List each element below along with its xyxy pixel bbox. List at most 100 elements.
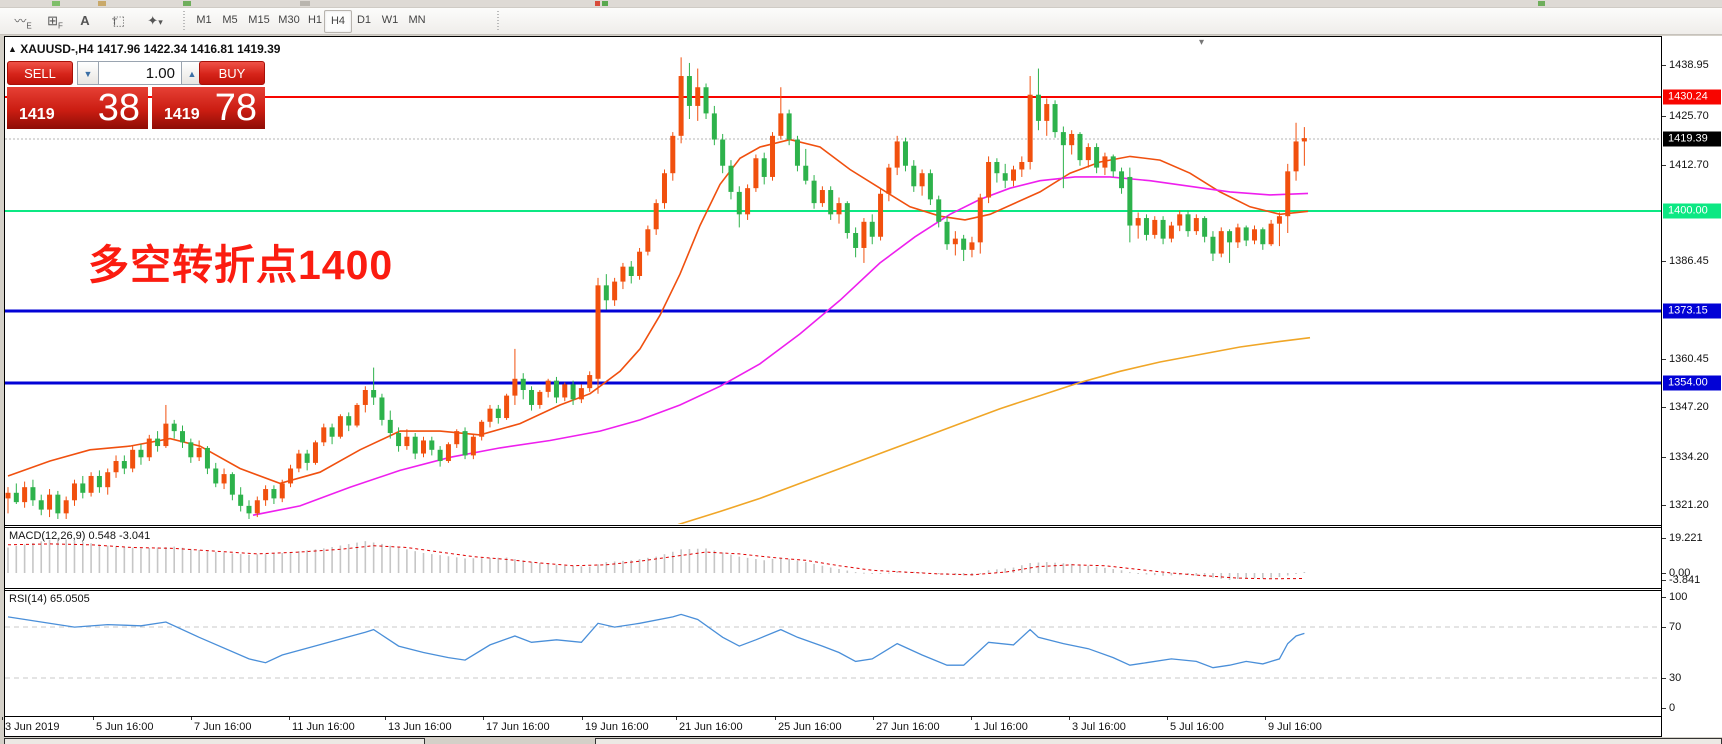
candle-body (928, 173, 933, 199)
axis-tick-label: 1360.45 (1669, 353, 1709, 365)
candle-body (1186, 214, 1191, 231)
minimized-window[interactable] (595, 738, 1722, 744)
fibonacci-grid-icon[interactable]: ⊞F (42, 10, 68, 32)
macd-histogram-bar (1212, 573, 1214, 578)
candle-body (1127, 177, 1132, 226)
candle-body (920, 173, 925, 186)
macd-histogram-bar (448, 556, 450, 573)
axis-tick-label: 100 (1669, 591, 1687, 603)
chart-toolbar: 〰E ⊞F A ⬚T ✦▾ M1M5M15M30H1H4D1W1MN (0, 8, 1722, 35)
collapse-panel-icon[interactable]: ▲ (8, 44, 17, 54)
text-box-icon[interactable]: ⬚T (103, 10, 127, 32)
time-tick (1265, 717, 1266, 720)
candle-body (246, 506, 251, 513)
macd-histogram-bar (963, 573, 965, 575)
macd-histogram-bar (589, 567, 591, 573)
macd-histogram-bar (813, 564, 815, 573)
candle-body (1069, 134, 1074, 145)
axis-tick-label: 30 (1669, 672, 1681, 684)
toolbar-fragment-icon (52, 1, 60, 6)
axis-tick (1662, 116, 1666, 117)
candle-body (1152, 220, 1157, 235)
macd-histogram-bar (49, 540, 51, 573)
timeframe-H4[interactable]: H4 (324, 10, 352, 33)
macd-histogram-bar (1054, 563, 1056, 573)
timeframe-M15[interactable]: M15 (244, 10, 274, 31)
text-label-icon[interactable]: A (74, 10, 96, 32)
timeframe-D1[interactable]: D1 (352, 10, 376, 31)
axis-tick-label: -3.841 (1669, 574, 1700, 586)
chart-shift-icon[interactable]: ▾ (1199, 37, 1204, 48)
axis-tick (1662, 407, 1666, 408)
macd-histogram-bar (406, 549, 408, 573)
macd-histogram-bar (398, 548, 400, 573)
timeframe-M5[interactable]: M5 (218, 10, 242, 31)
macd-histogram-bar (1154, 573, 1156, 575)
sell-quote-box[interactable]: 1419 38 (7, 87, 148, 129)
macd-histogram-bar (165, 547, 167, 573)
macd-histogram-bar (365, 541, 367, 573)
candle-body (288, 468, 293, 483)
timeframe-MN[interactable]: MN (404, 10, 430, 31)
volume-decrease-button[interactable]: ▼ (77, 61, 99, 85)
time-tick (191, 717, 192, 720)
minimized-window[interactable] (4, 738, 425, 744)
candle-body (205, 448, 210, 469)
candle-body (1252, 229, 1257, 240)
timeframe-M30[interactable]: M30 (274, 10, 304, 31)
macd-histogram-bar (614, 561, 616, 573)
macd-histogram-bar (223, 553, 225, 573)
candle-body (97, 476, 102, 487)
candle-body (197, 448, 202, 457)
macd-histogram-bar (1270, 573, 1272, 578)
volume-input[interactable] (99, 61, 181, 85)
sell-button[interactable]: SELL (7, 61, 73, 85)
candle-body (679, 76, 684, 136)
panel-divider[interactable] (4, 525, 1662, 526)
slow-ma-line (678, 338, 1310, 524)
time-label: 25 Jun 16:00 (778, 721, 842, 733)
buy-button[interactable]: BUY (199, 61, 265, 85)
elliott-wave-icon[interactable]: 〰E (8, 10, 38, 32)
timeframe-H1[interactable]: H1 (304, 10, 326, 31)
axis-tick-label: 1347.20 (1669, 401, 1709, 413)
rsi-chart[interactable] (5, 591, 1661, 715)
axis-tick (1662, 573, 1666, 574)
time-axis[interactable]: 3 Jun 20195 Jun 16:007 Jun 16:0011 Jun 1… (5, 717, 1661, 736)
timeframe-W1[interactable]: W1 (378, 10, 402, 31)
macd-histogram-bar (107, 546, 109, 573)
price-badge: 1419.39 (1663, 132, 1721, 147)
candle-body (562, 384, 567, 397)
candle-body (820, 190, 825, 203)
macd-histogram-bar (173, 547, 175, 573)
macd-chart[interactable] (5, 528, 1661, 587)
candle-body (1086, 147, 1091, 160)
panel-divider[interactable] (4, 588, 1662, 589)
macd-histogram-bar (481, 558, 483, 573)
candle-body (130, 450, 135, 469)
candle-body (662, 173, 667, 203)
candle-body (263, 489, 268, 500)
time-tick (289, 717, 290, 720)
candle-body (1003, 173, 1008, 180)
macd-histogram-bar (32, 543, 34, 573)
macd-histogram-bar (456, 557, 458, 573)
candle-body (487, 409, 492, 422)
candle-body (812, 181, 817, 203)
buy-quote-box[interactable]: 1419 78 (152, 87, 265, 129)
price-axis[interactable]: 1438.951430.241425.701419.391412.701400.… (1662, 36, 1722, 737)
macd-histogram-bar (664, 554, 666, 573)
candle-body (554, 381, 559, 398)
macd-histogram-bar (1146, 573, 1148, 575)
candle-body (438, 450, 443, 461)
macd-histogram-bar (871, 573, 873, 574)
macd-histogram-bar (1220, 573, 1222, 579)
macd-histogram-bar (714, 550, 716, 573)
sell-price-big: 38 (98, 87, 140, 129)
timeframe-M1[interactable]: M1 (192, 10, 216, 31)
macd-histogram-bar (1079, 565, 1081, 573)
candle-body (778, 113, 783, 135)
macd-histogram-bar (847, 571, 849, 573)
arrows-tool-icon[interactable]: ✦▾ (138, 10, 172, 32)
candle-body (1285, 171, 1290, 216)
